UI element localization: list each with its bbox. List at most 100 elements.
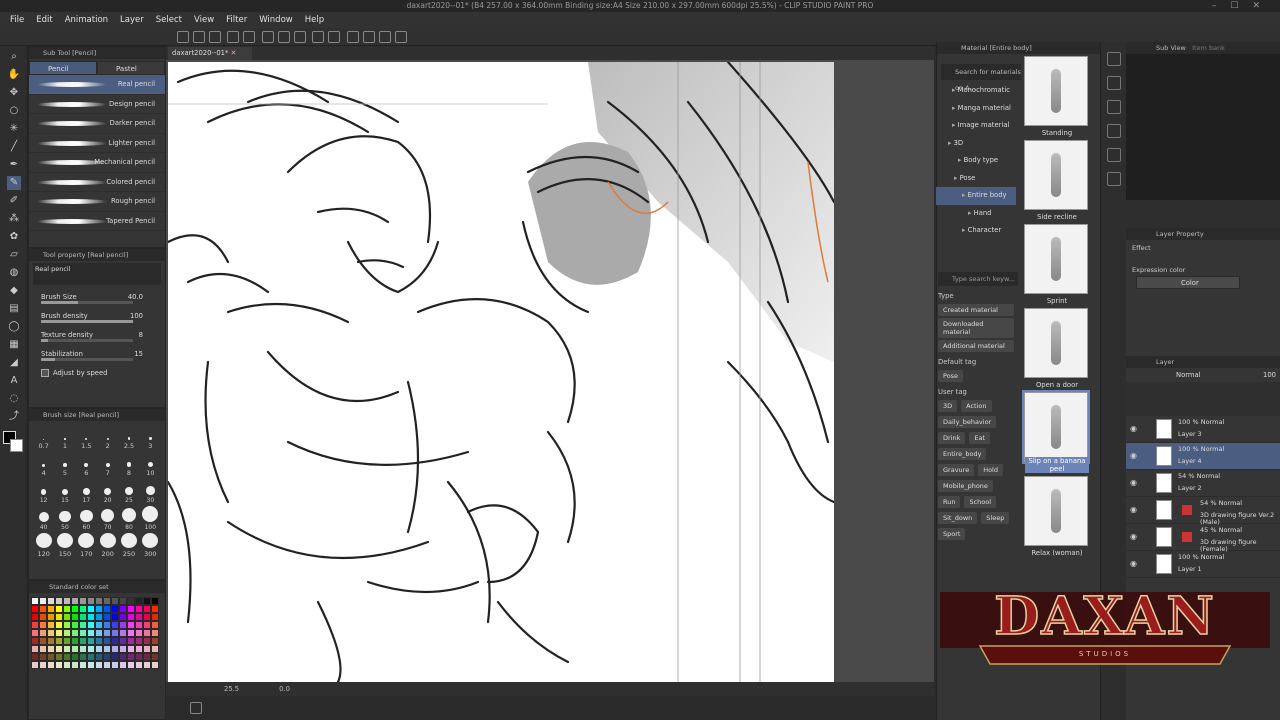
color-swatch[interactable] <box>151 653 159 661</box>
color-swatch[interactable] <box>151 613 159 621</box>
save-icon[interactable] <box>208 31 221 43</box>
pencil-icon[interactable]: ✎ <box>7 176 21 190</box>
brush-size-option[interactable]: 8 <box>118 452 139 477</box>
color-swatch[interactable] <box>71 605 79 613</box>
pen-icon[interactable]: ✒ <box>7 158 21 172</box>
keyword-search-field[interactable]: Type search keyw... <box>938 272 1018 286</box>
color-swatch[interactable] <box>47 613 55 621</box>
color-swatch[interactable] <box>95 661 103 669</box>
close-icon[interactable]: ✕ <box>231 49 237 57</box>
color-swatch[interactable] <box>95 629 103 637</box>
color-swatch[interactable] <box>71 637 79 645</box>
type-downloaded-material[interactable]: Downloaded material <box>938 318 1014 338</box>
color-swatch[interactable] <box>127 597 135 605</box>
color-swatch[interactable] <box>111 645 119 653</box>
rotation-value[interactable]: 0.0 <box>279 685 290 693</box>
zoom-icon[interactable]: ⌕ <box>7 50 21 64</box>
brush-darker-pencil[interactable]: Darker pencil <box>29 114 165 134</box>
brush-mechanical-pencil[interactable]: Mechanical pencil <box>29 153 165 173</box>
color-swatch[interactable] <box>63 645 71 653</box>
color-swatch[interactable] <box>127 605 135 613</box>
sub-color[interactable] <box>10 439 23 452</box>
layer-row[interactable]: ◉ 100 % Normal Layer 4 <box>1126 443 1280 470</box>
settings-icon[interactable] <box>394 31 407 43</box>
eye-icon[interactable]: ◉ <box>1130 559 1137 568</box>
window-controls[interactable]: –☐✕ <box>1212 0 1274 12</box>
search-icon[interactable] <box>1107 52 1121 66</box>
color-swatch[interactable] <box>151 597 159 605</box>
color-swatch[interactable] <box>39 645 47 653</box>
property-value[interactable]: 15 <box>134 350 143 358</box>
color-swatch[interactable] <box>79 605 87 613</box>
property-slider[interactable] <box>41 301 133 304</box>
decoration-icon[interactable]: ✿ <box>7 230 21 244</box>
airbrush-icon[interactable]: ⁂ <box>7 212 21 226</box>
color-swatch[interactable] <box>111 661 119 669</box>
layer-row[interactable]: ◉ 100 % Normal Layer 3 <box>1126 416 1280 443</box>
tree-item-character[interactable]: ▸ Character <box>936 222 1016 240</box>
brush-size-option[interactable]: 3 <box>140 425 161 450</box>
color-swatch[interactable] <box>127 661 135 669</box>
brush-size-option[interactable]: 300 <box>140 533 161 558</box>
color-swatch[interactable] <box>47 621 55 629</box>
brush-size-option[interactable]: 20 <box>97 479 118 504</box>
color-swatch[interactable] <box>119 637 127 645</box>
eye-icon[interactable]: ◉ <box>1130 505 1137 514</box>
color-swatch[interactable] <box>103 645 111 653</box>
color-swatch[interactable] <box>79 645 87 653</box>
color-swatch[interactable] <box>71 661 79 669</box>
hand-icon[interactable]: ✋ <box>7 68 21 82</box>
tag-run[interactable]: Run <box>938 496 961 508</box>
tag-gravure[interactable]: Gravure <box>938 464 975 476</box>
fill-icon[interactable] <box>277 31 290 43</box>
menu-animation[interactable]: Animation <box>59 15 114 25</box>
brush-size-option[interactable]: 40 <box>33 506 54 531</box>
color-swatch[interactable] <box>55 645 63 653</box>
material-thumb[interactable]: Standing <box>1024 56 1088 137</box>
color-swatch[interactable] <box>103 629 111 637</box>
color-swatch[interactable] <box>31 621 39 629</box>
color-swatch[interactable] <box>31 613 39 621</box>
new-icon[interactable] <box>176 31 189 43</box>
color-swatch[interactable] <box>135 605 143 613</box>
color-swatch[interactable] <box>79 613 87 621</box>
property-slider[interactable] <box>41 358 133 361</box>
color-swatch[interactable] <box>79 653 87 661</box>
brush-lighter-pencil[interactable]: Lighter pencil <box>29 134 165 153</box>
gradient-icon[interactable]: ▤ <box>7 302 21 316</box>
color-swatch[interactable] <box>143 661 151 669</box>
type-created-material[interactable]: Created material <box>938 304 1014 316</box>
color-swatch[interactable] <box>127 645 135 653</box>
color-swatch[interactable] <box>95 597 103 605</box>
color-swatch[interactable] <box>71 621 79 629</box>
property-row[interactable]: Brush density 100 <box>29 306 165 325</box>
brush-colored-pencil[interactable]: Colored pencil <box>29 173 165 192</box>
brush-size-option[interactable]: 2 <box>97 425 118 450</box>
property-row[interactable]: Texture density 8 <box>29 325 165 344</box>
color-swatch[interactable] <box>151 637 159 645</box>
tag-sport[interactable]: Sport <box>938 528 966 540</box>
property-slider[interactable] <box>41 320 133 323</box>
color-swatch[interactable] <box>39 653 47 661</box>
material-thumb[interactable]: Side recline <box>1024 140 1088 221</box>
property-value[interactable]: 40.0 <box>128 293 143 301</box>
color-swatch[interactable] <box>55 597 63 605</box>
pen-snap-icon[interactable] <box>378 31 391 43</box>
color-swatch[interactable] <box>31 605 39 613</box>
tag-pose[interactable]: Pose <box>938 370 964 382</box>
brush-size-option[interactable]: 6 <box>76 452 97 477</box>
tag-sit-down[interactable]: Sit_down <box>938 512 978 524</box>
brush-size-option[interactable]: 80 <box>118 506 139 531</box>
layer-row[interactable]: ◉ 54 % Normal Layer 2 <box>1126 470 1280 497</box>
brush-rough-pencil[interactable]: Rough pencil <box>29 192 165 212</box>
material-thumb[interactable]: Relax (woman) <box>1024 476 1088 557</box>
eye-icon[interactable]: ◉ <box>1130 424 1137 433</box>
undo-icon[interactable] <box>227 31 240 43</box>
color-swatch[interactable] <box>111 597 119 605</box>
color-swatch[interactable] <box>111 629 119 637</box>
color-swatch[interactable] <box>151 621 159 629</box>
color-swatch[interactable] <box>135 621 143 629</box>
color-swatch[interactable] <box>119 613 127 621</box>
color-swatch[interactable] <box>103 653 111 661</box>
canvas-tab[interactable]: daxart2020--01* ✕ <box>168 47 253 60</box>
